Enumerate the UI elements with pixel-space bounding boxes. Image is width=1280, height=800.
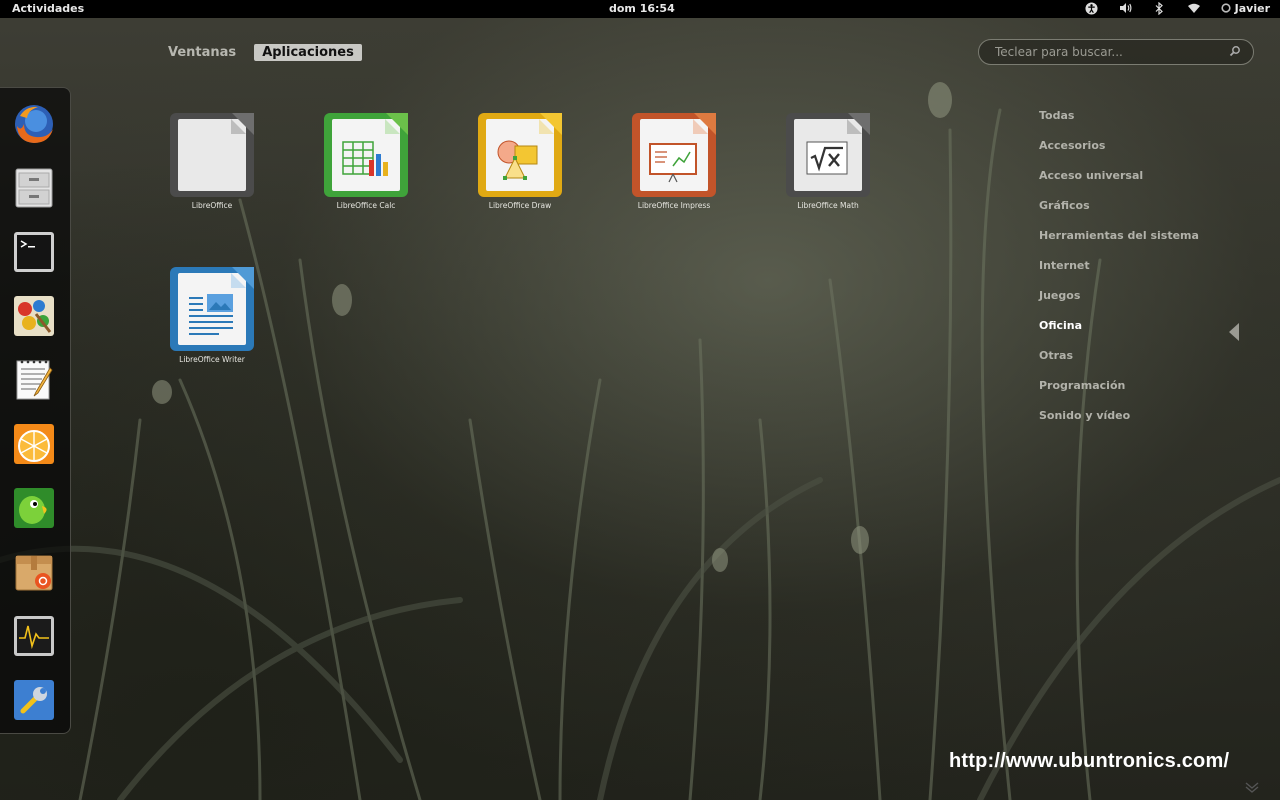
user-menu[interactable]: Javier	[1221, 2, 1270, 15]
app-libreoffice-writer[interactable]: LibreOffice Writer	[152, 266, 272, 364]
app-libreoffice-math[interactable]: LibreOffice Math	[768, 112, 888, 210]
app-label: LibreOffice Math	[797, 201, 859, 210]
dash-item-terminal[interactable]	[12, 230, 56, 274]
notepad-pencil-icon	[16, 360, 53, 400]
wrench-icon	[14, 680, 54, 720]
category-all[interactable]: Todas	[1039, 108, 1199, 138]
category-office[interactable]: Oficina	[1039, 318, 1199, 348]
category-internet[interactable]: Internet	[1039, 258, 1199, 288]
dash-item-media[interactable]	[12, 422, 56, 466]
app-label: LibreOffice Calc	[336, 201, 396, 210]
libreoffice-impress-icon	[631, 112, 717, 198]
category-system-tools[interactable]: Herramientas del sistema	[1039, 228, 1199, 258]
wifi-icon[interactable]	[1187, 1, 1201, 15]
parrot-icon	[14, 488, 54, 528]
clock[interactable]: dom 16:54	[609, 2, 675, 15]
user-status-icon	[1221, 3, 1231, 13]
category-graphics[interactable]: Gráficos	[1039, 198, 1199, 228]
terminal-icon	[14, 232, 54, 272]
search-icon	[1229, 46, 1240, 57]
category-sound-video[interactable]: Sonido y vídeo	[1039, 408, 1199, 438]
app-label: LibreOffice Writer	[179, 355, 245, 364]
selected-category-arrow-icon	[1229, 323, 1239, 341]
watermark-url: http://www.ubuntronics.com/	[949, 750, 1230, 772]
dash-item-settings[interactable]	[12, 678, 56, 722]
package-icon	[15, 555, 53, 591]
view-selector: Ventanas Aplicaciones	[160, 44, 362, 61]
app-libreoffice[interactable]: LibreOffice	[152, 112, 272, 210]
top-bar: Actividades dom 16:54 Javier	[0, 0, 1280, 18]
activities-button[interactable]: Actividades	[12, 2, 84, 15]
app-libreoffice-calc[interactable]: LibreOffice Calc	[306, 112, 426, 210]
dash-item-file-manager[interactable]	[12, 166, 56, 210]
dash-item-text-editor[interactable]	[12, 358, 56, 402]
system-tray: Javier	[1085, 1, 1270, 15]
accessibility-icon[interactable]	[1085, 1, 1099, 15]
libreoffice-calc-icon	[323, 112, 409, 198]
tab-windows[interactable]: Ventanas	[160, 44, 244, 61]
category-universal-access[interactable]: Acceso universal	[1039, 168, 1199, 198]
libreoffice-icon	[169, 112, 255, 198]
category-accessories[interactable]: Accesorios	[1039, 138, 1199, 168]
dash-item-system-monitor[interactable]	[12, 614, 56, 658]
palette-icon	[14, 296, 54, 336]
category-other[interactable]: Otras	[1039, 348, 1199, 378]
dash	[0, 87, 71, 734]
user-name: Javier	[1234, 1, 1270, 15]
app-label: LibreOffice	[191, 201, 233, 210]
search-input[interactable]	[993, 44, 1217, 60]
orange-slice-icon	[14, 424, 54, 464]
firefox-icon	[15, 105, 53, 143]
app-label: LibreOffice Impress	[637, 201, 711, 210]
dash-item-firefox[interactable]	[12, 102, 56, 146]
libreoffice-math-icon	[785, 112, 871, 198]
category-list: Todas Accesorios Acceso universal Gráfic…	[1039, 108, 1199, 438]
app-libreoffice-draw[interactable]: LibreOffice Draw	[460, 112, 580, 210]
dash-item-paint[interactable]	[12, 294, 56, 338]
libreoffice-draw-icon	[477, 112, 563, 198]
app-label: LibreOffice Draw	[488, 201, 552, 210]
search-box	[978, 39, 1254, 65]
bluetooth-icon[interactable]	[1153, 1, 1167, 15]
chevron-down-icon	[1245, 782, 1259, 793]
dash-item-chat[interactable]	[12, 486, 56, 530]
monitor-chart-icon	[14, 616, 54, 656]
dash-item-software-center[interactable]	[12, 550, 56, 594]
app-libreoffice-impress[interactable]: LibreOffice Impress	[614, 112, 734, 210]
filing-cabinet-icon	[15, 168, 53, 208]
tab-applications[interactable]: Aplicaciones	[254, 44, 362, 61]
category-games[interactable]: Juegos	[1039, 288, 1199, 318]
volume-icon[interactable]	[1119, 1, 1133, 15]
category-programming[interactable]: Programación	[1039, 378, 1199, 408]
libreoffice-writer-icon	[169, 266, 255, 352]
